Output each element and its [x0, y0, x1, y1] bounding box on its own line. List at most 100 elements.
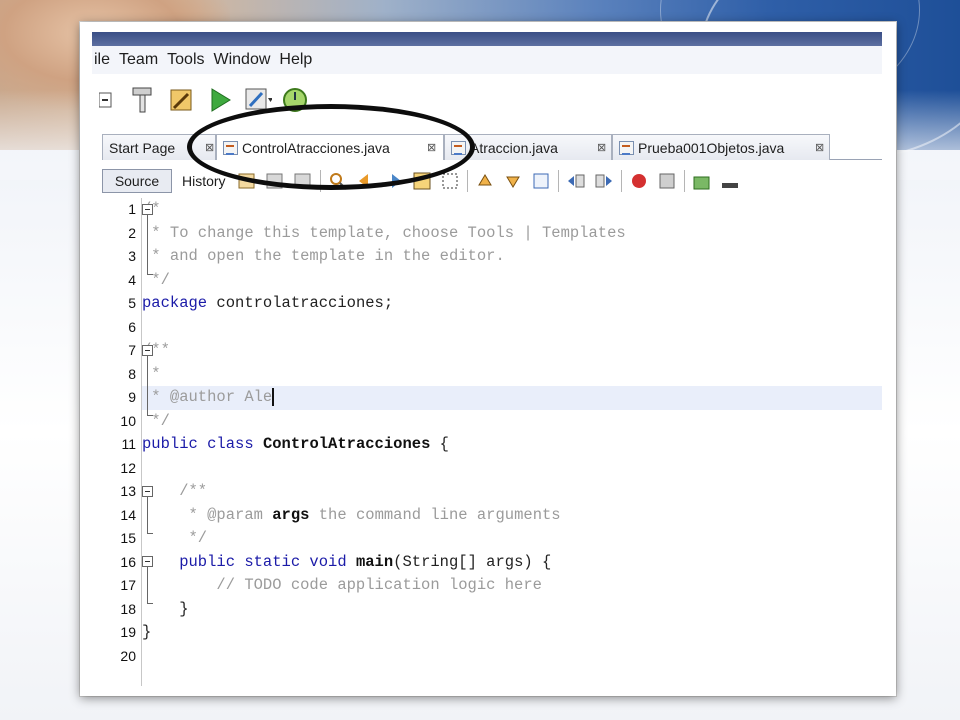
code-line: // TODO code application logic here	[142, 574, 882, 598]
run-icon[interactable]	[206, 86, 234, 114]
fold-guide	[147, 567, 148, 603]
comment-text: * and open the template in the editor.	[142, 247, 505, 265]
separator	[466, 170, 468, 192]
java-file-icon	[619, 140, 634, 155]
method-name: main	[355, 552, 394, 571]
code-text: (String[] args) {	[393, 552, 552, 571]
line-number: 2	[128, 224, 136, 241]
tab-label: Start Page	[109, 139, 176, 156]
text-caret	[272, 387, 275, 406]
fold-toggle-icon[interactable]	[142, 556, 153, 567]
tab-label: Prueba001Objetos.java	[638, 139, 785, 156]
source-button[interactable]: Source	[102, 169, 172, 193]
code-line: }	[142, 598, 882, 622]
fold-end	[147, 533, 153, 534]
code-editor[interactable]: /* * To change this template, choose Too…	[142, 198, 882, 686]
line-number: 12	[120, 459, 136, 476]
code-line: * and open the template in the editor.	[142, 245, 882, 269]
next-bookmark-icon[interactable]	[502, 170, 524, 192]
code-line: * @param args the command line arguments	[142, 504, 882, 528]
line-number: 3	[128, 248, 136, 264]
fold-end	[147, 415, 153, 416]
keyword: public static void	[142, 552, 347, 571]
toggle-bookmark-icon[interactable]	[530, 170, 552, 192]
code-line: /**	[142, 480, 882, 504]
code-line: *	[142, 363, 882, 387]
line-number: 8	[128, 365, 136, 382]
line-number: 16	[120, 553, 136, 570]
line-number: 4	[128, 271, 136, 288]
window-title-strip	[92, 32, 882, 46]
comment-icon[interactable]	[719, 170, 741, 192]
dropdown-icon[interactable]	[92, 86, 120, 114]
shift-left-icon[interactable]	[565, 170, 587, 192]
tab-prueba001objetos[interactable]: Prueba001Objetos.java ⊠	[612, 134, 830, 160]
code-line: * To change this template, choose Tools …	[142, 222, 882, 246]
close-icon[interactable]: ⊠	[597, 141, 606, 154]
run-file-icon[interactable]	[691, 170, 713, 192]
menu-file[interactable]: ile	[94, 51, 110, 69]
code-line: /*	[142, 198, 882, 222]
fold-toggle-icon[interactable]	[142, 204, 153, 215]
fold-guide	[147, 215, 148, 274]
line-number: 9	[128, 389, 136, 405]
menu-bar: ile Team Tools Window Help	[92, 46, 882, 74]
stop-macro-icon[interactable]	[656, 170, 678, 192]
current-line: * @author Ale	[142, 386, 882, 410]
code-text: controlatracciones;	[207, 294, 394, 312]
fold-toggle-icon[interactable]	[142, 345, 153, 356]
menu-help[interactable]: Help	[279, 51, 312, 69]
line-number: 20	[120, 647, 136, 664]
code-line: */	[142, 527, 882, 551]
line-number: 15	[120, 530, 136, 546]
code-line: package controlatracciones;	[142, 292, 882, 316]
line-number: 13	[120, 483, 136, 499]
code-line: */	[142, 269, 882, 293]
line-number: 11	[121, 436, 136, 452]
fold-toggle-icon[interactable]	[142, 486, 153, 497]
line-numbers: 1 2 3 4 5 6 7 8 9 10 11 12 13 14 15 16 1…	[102, 198, 162, 686]
ide-screenshot: ile Team Tools Window Help Start Page ⊠	[80, 22, 896, 696]
class-name: ControlAtracciones	[262, 435, 431, 453]
line-number: 6	[128, 318, 136, 335]
fold-guide	[147, 356, 148, 415]
code-line: public static void main(String[] args) {	[142, 551, 882, 575]
line-number: 14	[120, 506, 136, 523]
code-line: public class ControlAtracciones {	[142, 433, 882, 457]
menu-tools[interactable]: Tools	[167, 51, 204, 69]
close-icon[interactable]: ⊠	[815, 141, 824, 154]
code-line: }	[142, 621, 882, 645]
build-hammer-icon[interactable]	[130, 86, 158, 114]
line-number: 1	[128, 201, 136, 217]
fold-guide	[147, 497, 148, 533]
menu-team[interactable]: Team	[119, 51, 158, 69]
comment-text: the command line arguments	[309, 505, 561, 524]
comment-text: * To change this template, choose Tools …	[142, 223, 626, 242]
tab-label: Atraccion.java	[470, 139, 558, 156]
code-line: */	[142, 410, 882, 434]
history-button[interactable]: History	[182, 173, 226, 189]
menu-window[interactable]: Window	[214, 51, 271, 69]
fold-end	[147, 274, 153, 275]
line-number: 5	[128, 295, 136, 311]
start-macro-icon[interactable]	[628, 170, 650, 192]
fold-end	[147, 603, 153, 604]
code-line: /**	[142, 339, 882, 363]
param-name: args	[272, 505, 310, 524]
line-number: 17	[120, 577, 136, 593]
previous-bookmark-icon[interactable]	[474, 170, 496, 192]
shift-right-icon[interactable]	[593, 170, 615, 192]
separator	[557, 170, 559, 192]
clean-build-icon[interactable]	[168, 86, 196, 114]
line-number: 18	[120, 600, 136, 617]
line-number: 10	[120, 412, 136, 429]
separator	[620, 170, 622, 192]
line-number: 7	[128, 342, 136, 358]
code-text: {	[430, 435, 449, 453]
main-toolbar	[92, 78, 882, 122]
comment-text: // TODO code application logic here	[142, 576, 542, 594]
line-number: 19	[120, 624, 136, 640]
